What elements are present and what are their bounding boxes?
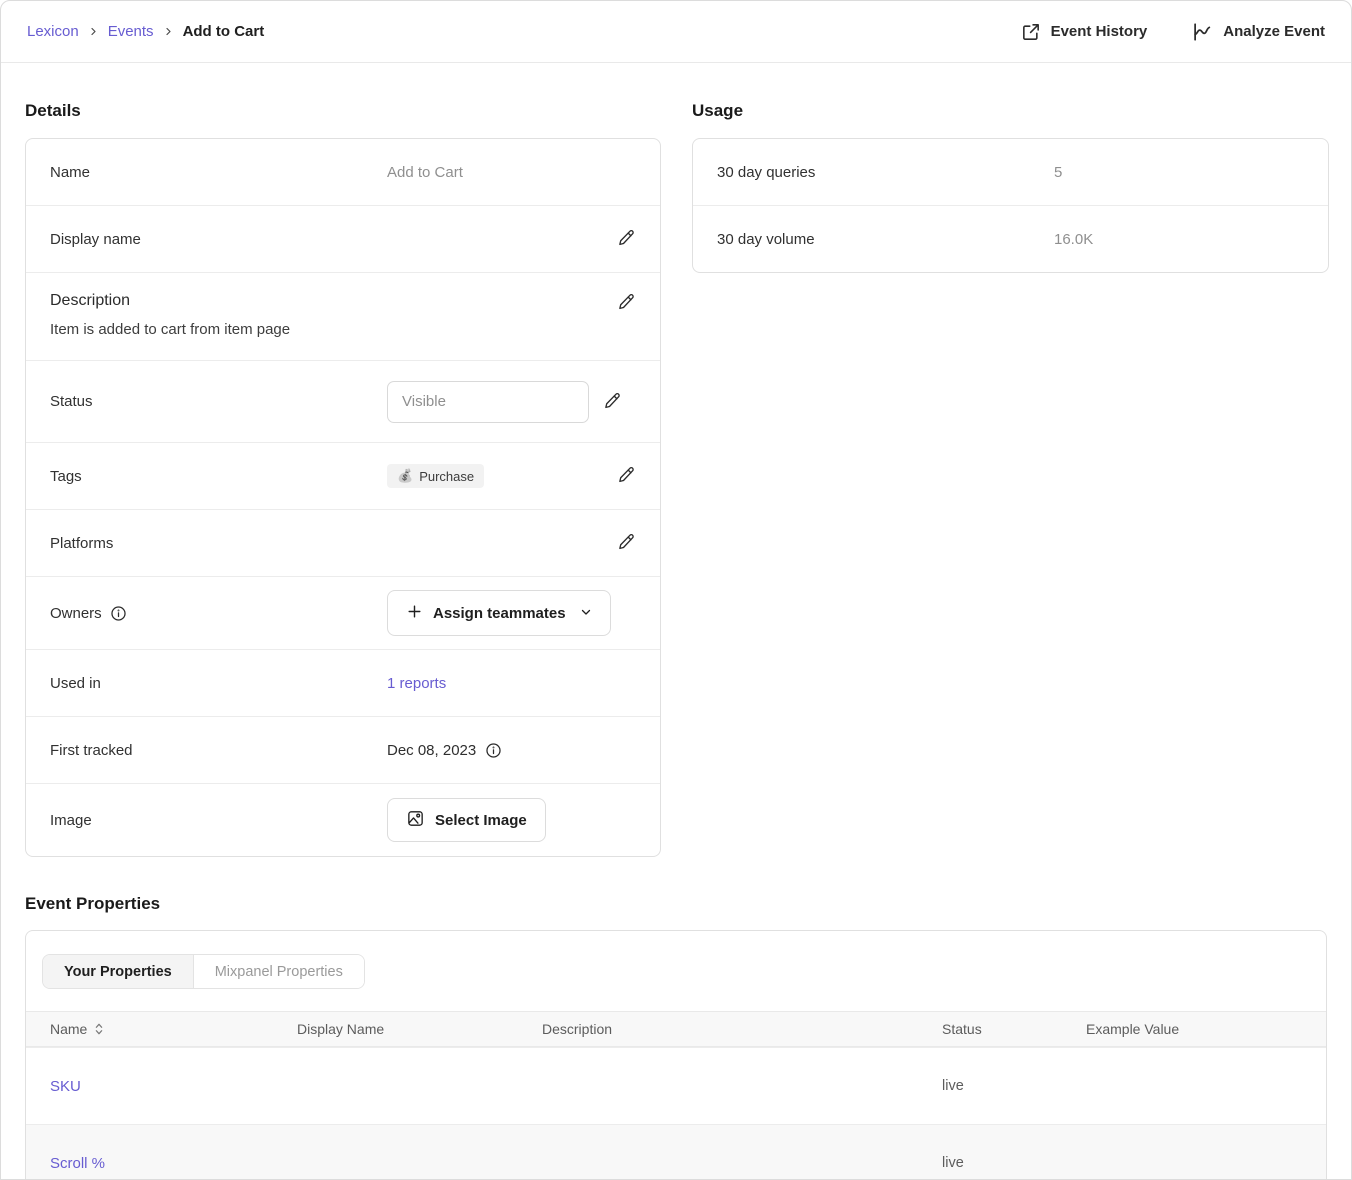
analyze-event-label: Analyze Event — [1223, 23, 1325, 40]
tab-your-properties[interactable]: Your Properties — [43, 955, 194, 988]
assign-teammates-button[interactable]: Assign teammates — [387, 590, 611, 636]
used-in-reports-link[interactable]: 1 reports — [387, 675, 446, 692]
name-label: Name — [50, 164, 387, 181]
pencil-icon — [617, 532, 636, 554]
external-link-icon — [1021, 22, 1041, 42]
detail-row-name: Name Add to Cart — [26, 139, 660, 205]
analyze-event-button[interactable]: Analyze Event — [1191, 21, 1325, 43]
display-name-label: Display name — [50, 231, 387, 248]
breadcrumb-events[interactable]: Events — [108, 23, 154, 40]
tag-purchase[interactable]: 💰 Purchase — [387, 464, 484, 488]
chevron-down-icon — [580, 605, 592, 622]
detail-row-owners: Owners Assign teammates — [26, 576, 660, 649]
owners-label: Owners — [50, 605, 102, 622]
topbar-actions: Event History Analyze Event — [1021, 21, 1325, 43]
detail-row-used-in: Used in 1 reports — [26, 649, 660, 716]
first-tracked-label: First tracked — [50, 742, 387, 759]
info-icon[interactable] — [485, 742, 502, 759]
edit-tags-button[interactable] — [617, 465, 636, 487]
detail-row-display-name: Display name — [26, 205, 660, 272]
chevron-right-icon — [89, 27, 98, 36]
event-properties-title: Event Properties — [25, 894, 1327, 914]
pencil-icon — [603, 391, 622, 413]
edit-status-button[interactable] — [603, 391, 622, 413]
detail-row-first-tracked: First tracked Dec 08, 2023 — [26, 716, 660, 783]
select-image-label: Select Image — [435, 812, 527, 829]
details-card: Name Add to Cart Display name — [25, 138, 661, 857]
column-header-name[interactable]: Name — [50, 1021, 87, 1037]
volume-label: 30 day volume — [717, 231, 1054, 248]
column-header-status: Status — [942, 1021, 1086, 1037]
used-in-label: Used in — [50, 675, 387, 692]
volume-value: 16.0K — [1054, 231, 1093, 248]
usage-row-volume: 30 day volume 16.0K — [693, 205, 1328, 272]
pencil-icon — [617, 465, 636, 487]
properties-table-header: Name Display Name Description Status Exa… — [26, 1011, 1326, 1047]
property-row-scroll-pct[interactable]: Scroll % live — [26, 1124, 1326, 1180]
detail-row-tags: Tags 💰 Purchase — [26, 442, 660, 509]
event-history-label: Event History — [1051, 23, 1148, 40]
info-icon[interactable] — [110, 605, 127, 622]
line-chart-icon — [1191, 21, 1213, 43]
property-row-sku[interactable]: SKU live — [26, 1047, 1326, 1124]
detail-row-description: Description Item is added to cart from i… — [26, 272, 660, 360]
tab-mixpanel-properties[interactable]: Mixpanel Properties — [194, 955, 364, 988]
breadcrumb: Lexicon Events Add to Cart — [27, 23, 264, 40]
detail-row-platforms: Platforms — [26, 509, 660, 576]
column-header-example-value: Example Value — [1086, 1021, 1302, 1037]
image-label: Image — [50, 812, 387, 829]
properties-tabs: Your Properties Mixpanel Properties — [26, 931, 1326, 1011]
breadcrumb-current-event: Add to Cart — [183, 23, 265, 40]
queries-value: 5 — [1054, 164, 1062, 181]
first-tracked-value: Dec 08, 2023 — [387, 742, 476, 759]
property-status: live — [942, 1155, 1086, 1171]
edit-display-name-button[interactable] — [617, 228, 636, 250]
edit-description-button[interactable] — [617, 292, 636, 314]
tag-label: Purchase — [419, 469, 474, 484]
plus-icon — [406, 603, 423, 624]
status-input-value: Visible — [402, 393, 446, 410]
lexicon-event-detail-page: Lexicon Events Add to Cart Event Histo — [0, 0, 1352, 1180]
image-icon — [406, 809, 425, 832]
event-properties-card: Your Properties Mixpanel Properties Name… — [25, 930, 1327, 1180]
details-section-title: Details — [25, 101, 661, 121]
property-status: live — [942, 1078, 1086, 1094]
platforms-label: Platforms — [50, 535, 387, 552]
money-bag-icon: 💰 — [397, 468, 413, 484]
name-value: Add to Cart — [387, 164, 463, 181]
column-header-display-name: Display Name — [297, 1021, 542, 1037]
queries-label: 30 day queries — [717, 164, 1054, 181]
detail-row-image: Image Select Image — [26, 783, 660, 856]
description-value: Item is added to cart from item page — [50, 321, 636, 338]
topbar: Lexicon Events Add to Cart Event Histo — [1, 1, 1351, 63]
status-label: Status — [50, 393, 387, 410]
usage-card: 30 day queries 5 30 day volume 16.0K — [692, 138, 1329, 273]
status-input[interactable]: Visible — [387, 381, 589, 423]
usage-row-queries: 30 day queries 5 — [693, 139, 1328, 205]
sort-icon[interactable] — [94, 1022, 104, 1036]
tags-label: Tags — [50, 468, 387, 485]
pencil-icon — [617, 292, 636, 314]
detail-row-status: Status Visible — [26, 360, 660, 442]
property-link-sku[interactable]: SKU — [50, 1078, 81, 1095]
edit-platforms-button[interactable] — [617, 532, 636, 554]
pencil-icon — [617, 228, 636, 250]
description-label: Description — [50, 292, 130, 310]
assign-teammates-label: Assign teammates — [433, 605, 566, 622]
property-link-scroll-pct[interactable]: Scroll % — [50, 1155, 105, 1172]
chevron-right-icon — [164, 27, 173, 36]
column-header-description: Description — [542, 1021, 942, 1037]
usage-section-title: Usage — [692, 101, 1329, 121]
breadcrumb-lexicon[interactable]: Lexicon — [27, 23, 79, 40]
main-content: Details Name Add to Cart Display name — [1, 63, 1351, 1180]
event-history-button[interactable]: Event History — [1021, 22, 1148, 42]
select-image-button[interactable]: Select Image — [387, 798, 546, 842]
